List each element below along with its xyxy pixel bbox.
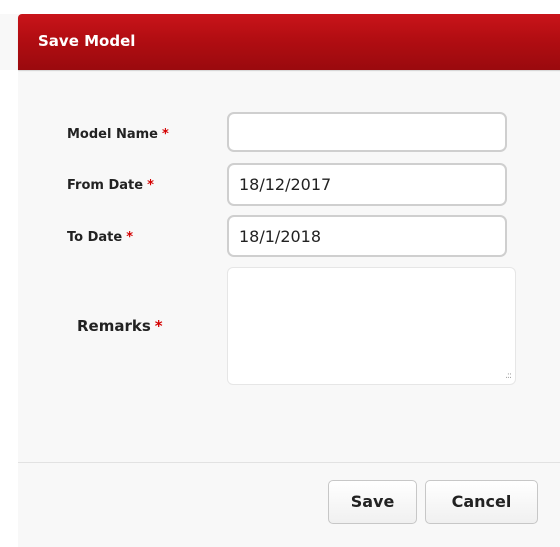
top-gap [0,0,560,14]
to-date-required-marker: * [126,230,134,245]
dialog-header: Save Model [18,14,560,70]
from-date-label-text: From Date [67,178,144,193]
dialog-title: Save Model [38,32,136,50]
from-date-label: From Date * [67,178,154,193]
remarks-textarea[interactable]: .:: [227,267,516,385]
model-name-input[interactable] [227,112,507,152]
save-button[interactable]: Save [328,480,417,524]
to-date-label-text: To Date [67,230,123,245]
to-date-input[interactable] [227,215,507,257]
model-name-label-text: Model Name [67,127,158,142]
save-model-dialog: Save Model Model Name* From Date* To Dat… [0,0,560,547]
remarks-label: Remarks * [77,317,163,335]
page: Save Model Model Name* From Date* To Dat… [0,0,560,547]
from-date-input[interactable] [227,163,507,206]
model-name-label: Model Name * [67,127,169,142]
cancel-button[interactable]: Cancel [425,480,538,524]
model-name-required-marker: * [162,127,169,142]
to-date-label: To Date * [67,230,133,245]
remarks-required-marker: * [154,317,163,335]
from-date-required-marker: * [147,178,154,193]
resize-grip-icon[interactable]: .:: [505,372,512,381]
remarks-label-text: Remarks [77,317,151,335]
left-edge [0,70,18,547]
footer-divider [18,462,560,463]
